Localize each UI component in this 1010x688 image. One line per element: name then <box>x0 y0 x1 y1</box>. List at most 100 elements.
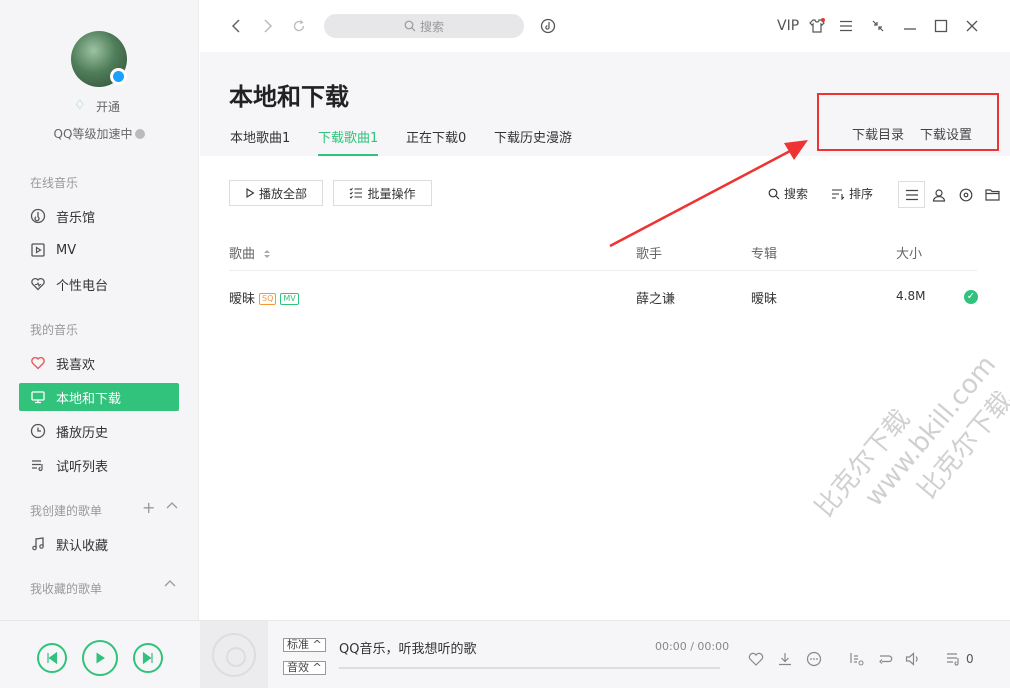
batch-operation-button[interactable]: 批量操作 <box>333 180 432 206</box>
play-pause-icon[interactable] <box>82 640 118 676</box>
music-note-icon <box>29 535 47 553</box>
album-view-icon[interactable] <box>952 181 979 208</box>
album-cover[interactable] <box>200 621 268 688</box>
sidebar-item-label: MV <box>56 242 77 258</box>
sidebar-item-label: 本地和下载 <box>56 391 122 407</box>
vip-open-label: 开通 <box>96 99 121 114</box>
sidebar-item-default-collection[interactable]: 默认收藏 <box>19 530 179 558</box>
back-icon[interactable] <box>226 16 246 36</box>
search-input[interactable]: 搜索 <box>324 14 524 38</box>
heart-radio-icon <box>29 275 47 293</box>
batch-list-icon <box>350 187 363 199</box>
album-cell[interactable]: 暧昧 <box>751 288 777 307</box>
maximize-icon[interactable] <box>931 16 951 36</box>
sort-arrows-icon <box>264 250 271 258</box>
music-hall-icon <box>29 207 47 225</box>
column-header-label: 歌曲 <box>229 247 256 262</box>
tab-downloading[interactable]: 正在下载0 <box>406 127 466 146</box>
sound-effect-selector[interactable]: 音效 ^ <box>283 661 326 675</box>
volume-icon[interactable] <box>903 649 923 669</box>
more-icon[interactable] <box>804 649 824 669</box>
vip-badge-icon <box>110 68 127 85</box>
close-icon[interactable] <box>962 16 982 36</box>
playlist-count: 0 <box>966 652 974 666</box>
add-playlist-icon[interactable]: + <box>142 498 155 517</box>
column-header-album[interactable]: 专辑 <box>751 243 777 262</box>
sq-badge: SQ <box>259 293 277 305</box>
collapse-up-icon[interactable] <box>163 576 177 595</box>
section-created-playlists: 我创建的歌单 <box>30 504 103 518</box>
lyrics-icon[interactable] <box>847 649 867 669</box>
speedup-icon <box>135 129 146 139</box>
play-all-button[interactable]: 播放全部 <box>229 180 323 206</box>
sidebar-item-music-hall[interactable]: 音乐馆 <box>19 202 179 230</box>
folder-view-icon[interactable] <box>979 181 1006 208</box>
sidebar-item-mv[interactable]: MV <box>19 236 179 264</box>
sidebar-item-history[interactable]: 播放历史 <box>19 417 179 445</box>
table-search-button[interactable]: 搜索 <box>768 185 808 202</box>
tab-local-songs[interactable]: 本地歌曲1 <box>230 127 290 146</box>
previous-track-icon[interactable] <box>37 643 67 673</box>
sidebar: ♢ 开通 QQ等级加速中 在线音乐 音乐馆 MV 个性电台 我的音乐 我喜欢 本… <box>0 0 199 620</box>
sidebar-item-label: 我喜欢 <box>56 357 96 373</box>
refresh-icon[interactable] <box>289 16 309 36</box>
song-title-cell[interactable]: 暧昧 SQ MV <box>229 288 299 307</box>
sidebar-item-local-download[interactable]: 本地和下载 <box>19 383 179 411</box>
mini-mode-icon[interactable] <box>868 16 888 36</box>
search-icon <box>404 20 416 32</box>
sidebar-item-favorites[interactable]: 我喜欢 <box>19 349 179 377</box>
search-placeholder: 搜索 <box>419 19 444 34</box>
loop-icon[interactable] <box>875 649 895 669</box>
progress-bar[interactable] <box>339 667 720 669</box>
artist-view-icon[interactable] <box>925 181 952 208</box>
artist-cell[interactable]: 薛之谦 <box>636 288 675 307</box>
downloaded-check-icon: ✓ <box>964 290 978 304</box>
column-header-size[interactable]: 大小 <box>896 243 922 262</box>
monitor-icon <box>29 388 47 406</box>
level-speedup[interactable]: QQ等级加速中 <box>0 125 199 142</box>
next-track-icon[interactable] <box>133 643 163 673</box>
list-view-icon[interactable] <box>898 181 925 208</box>
sort-button[interactable]: 排序 <box>831 185 873 202</box>
music-recognize-icon[interactable] <box>538 16 558 36</box>
sidebar-item-label: 默认收藏 <box>56 538 109 554</box>
view-switcher <box>898 181 1006 208</box>
tab-download-history[interactable]: 下载历史漫游 <box>494 127 572 146</box>
forward-icon[interactable] <box>258 16 278 36</box>
sidebar-item-trial-list[interactable]: 试听列表 <box>19 451 179 479</box>
mv-icon <box>29 241 47 259</box>
size-cell: 4.8M <box>896 289 926 303</box>
playlist-queue-icon[interactable] <box>944 649 964 669</box>
mv-badge[interactable]: MV <box>280 293 299 305</box>
sound-effect-label: 音效 <box>287 661 309 674</box>
topbar: 搜索 VIP <box>200 0 1010 52</box>
diamond-icon: ♢ <box>74 98 86 113</box>
vip-link[interactable]: VIP <box>777 18 799 34</box>
search-label: 搜索 <box>784 187 809 201</box>
quality-label: 标准 <box>287 638 309 651</box>
sort-label: 排序 <box>849 187 874 201</box>
download-icon[interactable] <box>775 649 795 669</box>
play-time: 00:00 / 00:00 <box>655 640 730 653</box>
tab-downloaded-songs[interactable]: 下载歌曲1 <box>318 127 379 156</box>
play-all-label: 播放全部 <box>258 186 307 201</box>
sort-icon <box>832 188 845 200</box>
minimize-icon[interactable] <box>900 16 920 36</box>
like-heart-icon[interactable] <box>746 649 766 669</box>
skin-shirt-icon[interactable] <box>807 16 827 36</box>
disc-icon <box>212 633 256 677</box>
vip-open-link[interactable]: ♢ 开通 <box>74 98 120 114</box>
column-header-song[interactable]: 歌曲 <box>229 243 271 262</box>
column-header-artist[interactable]: 歌手 <box>636 243 662 262</box>
song-title: 暧昧 <box>229 292 256 307</box>
section-collected-playlists: 我收藏的歌单 <box>30 582 103 596</box>
page-header: 本地和下载 本地歌曲1 下载歌曲1 正在下载0 下载历史漫游 下载目录 下载设置 <box>200 52 1010 156</box>
player-bar: 标准 ^ 音效 ^ QQ音乐，听我想听的歌 00:00 / 00:00 0 <box>0 620 1010 688</box>
menu-icon[interactable] <box>836 16 856 36</box>
quality-selector[interactable]: 标准 ^ <box>283 638 326 652</box>
batch-operation-label: 批量操作 <box>367 186 416 201</box>
collapse-up-icon[interactable] <box>165 498 179 517</box>
sidebar-item-label: 播放历史 <box>56 425 109 441</box>
sidebar-item-radio[interactable]: 个性电台 <box>19 270 179 298</box>
table-divider <box>229 270 977 271</box>
